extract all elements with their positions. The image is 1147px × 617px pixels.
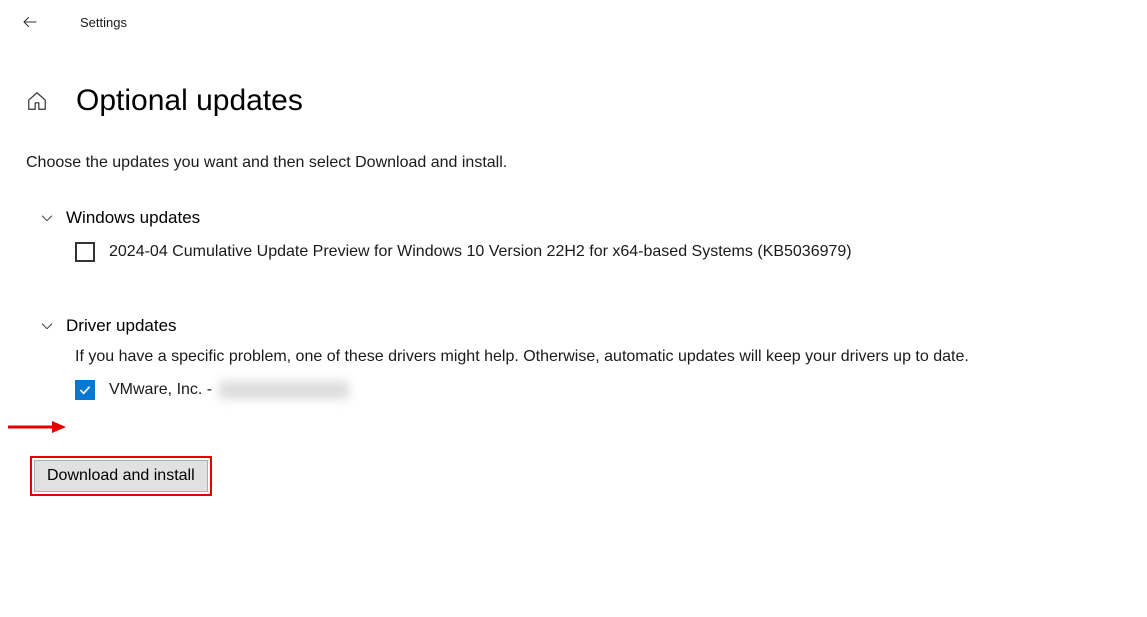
- home-button[interactable]: [26, 90, 48, 112]
- driver-updates-toggle[interactable]: Driver updates: [38, 316, 1121, 336]
- home-icon: [26, 90, 48, 112]
- checkmark-icon: [77, 382, 93, 398]
- driver-updates-title: Driver updates: [66, 316, 177, 336]
- chevron-down-icon: [38, 317, 56, 335]
- redacted-text: [219, 381, 349, 399]
- chevron-down-icon: [38, 209, 56, 227]
- update-item: VMware, Inc. -: [38, 366, 1121, 400]
- windows-updates-title: Windows updates: [66, 208, 200, 228]
- app-name: Settings: [80, 15, 127, 30]
- update-item: 2024-04 Cumulative Update Preview for Wi…: [38, 228, 1121, 262]
- page-instruction: Choose the updates you want and then sel…: [0, 142, 1147, 196]
- driver-update-label: VMware, Inc. -: [109, 381, 349, 399]
- annotation-highlight: Download and install: [30, 456, 212, 496]
- page-title: Optional updates: [76, 84, 303, 118]
- windows-updates-toggle[interactable]: Windows updates: [38, 208, 1121, 228]
- windows-update-checkbox[interactable]: [75, 242, 95, 262]
- back-button[interactable]: [18, 10, 42, 34]
- download-install-button[interactable]: Download and install: [34, 460, 208, 492]
- driver-updates-description: If you have a specific problem, one of t…: [38, 336, 1121, 366]
- windows-update-label: 2024-04 Cumulative Update Preview for Wi…: [109, 243, 852, 261]
- driver-update-checkbox[interactable]: [75, 380, 95, 400]
- arrow-left-icon: [21, 13, 39, 31]
